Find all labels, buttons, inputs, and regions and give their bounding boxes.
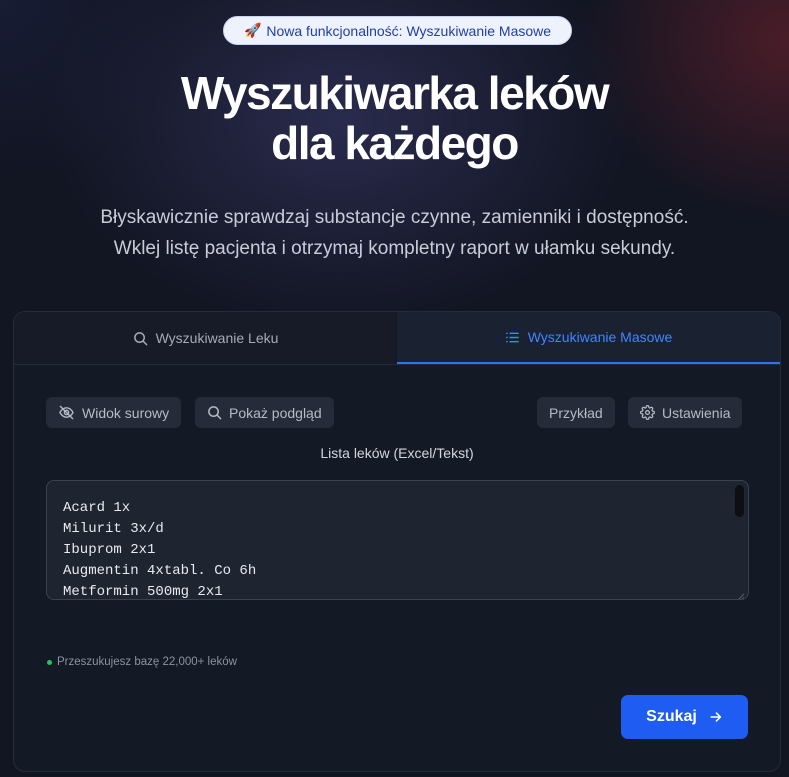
- eye-off-icon: [58, 405, 75, 420]
- tab-bulk-search[interactable]: Wyszukiwanie Masowe: [397, 312, 780, 364]
- database-status: Przeszukujesz bazę 22,000+ leków: [47, 656, 237, 668]
- settings-label: Ustawienia: [662, 404, 731, 421]
- drug-list-label: Lista leków (Excel/Tekst): [320, 445, 474, 461]
- raw-view-button[interactable]: Widok surowy: [46, 397, 182, 428]
- arrow-right-icon: [709, 710, 723, 724]
- tab-single-search-label: Wyszukiwanie Leku: [155, 330, 279, 346]
- gear-icon: [640, 405, 655, 420]
- search-mode-tabs: Wyszukiwanie Leku Wyszukiwanie Masowe: [14, 312, 780, 365]
- example-button[interactable]: Przykład: [537, 397, 615, 428]
- rocket-icon: 🚀: [243, 22, 262, 38]
- page-subtitle: Błyskawicznie sprawdzaj substancje czynn…: [0, 202, 789, 264]
- search-icon: [133, 331, 148, 346]
- search-card: Wyszukiwanie Leku Wyszukiwanie Masowe Wi…: [13, 311, 781, 772]
- page-title-line-1: Wyszukiwarka leków: [180, 67, 610, 119]
- settings-button[interactable]: Ustawienia: [628, 397, 743, 428]
- show-preview-label: Pokaż podgląd: [229, 404, 322, 421]
- raw-view-label: Widok surowy: [82, 404, 170, 421]
- search-icon: [207, 405, 222, 420]
- tab-bulk-search-label: Wyszukiwanie Masowe: [527, 329, 673, 345]
- textarea-scrollbar[interactable]: [735, 485, 744, 517]
- search-submit-label: Szukaj: [646, 708, 697, 725]
- drug-list-text: Acard 1x Milurit 3x/d Ibuprom 2x1 Augmen…: [63, 500, 257, 600]
- page-title-line-2: dla każdego: [271, 117, 519, 169]
- example-label: Przykład: [549, 404, 603, 421]
- status-dot-icon: [47, 659, 52, 665]
- resize-handle-icon[interactable]: [737, 588, 745, 599]
- drug-list-textarea[interactable]: Acard 1x Milurit 3x/d Ibuprom 2x1 Augmen…: [46, 480, 749, 600]
- new-feature-badge[interactable]: 🚀 Nowa funkcjonalność: Wyszukiwanie Maso…: [223, 16, 572, 45]
- show-preview-button[interactable]: Pokaż podgląd: [195, 397, 334, 428]
- new-feature-badge-text: Nowa funkcjonalność: Wyszukiwanie Masowe: [266, 22, 552, 39]
- search-submit-button[interactable]: Szukaj: [621, 695, 748, 739]
- tab-single-search[interactable]: Wyszukiwanie Leku: [14, 312, 397, 364]
- list-icon: [505, 330, 520, 345]
- page-subtitle-line-1: Błyskawicznie sprawdzaj substancje czynn…: [100, 207, 689, 228]
- page-title: Wyszukiwarka leków dla każdego: [0, 68, 789, 168]
- page-subtitle-line-2: Wklej listę pacjenta i otrzymaj kompletn…: [113, 238, 676, 259]
- database-status-text: Przeszukujesz bazę 22,000+ leków: [57, 656, 237, 668]
